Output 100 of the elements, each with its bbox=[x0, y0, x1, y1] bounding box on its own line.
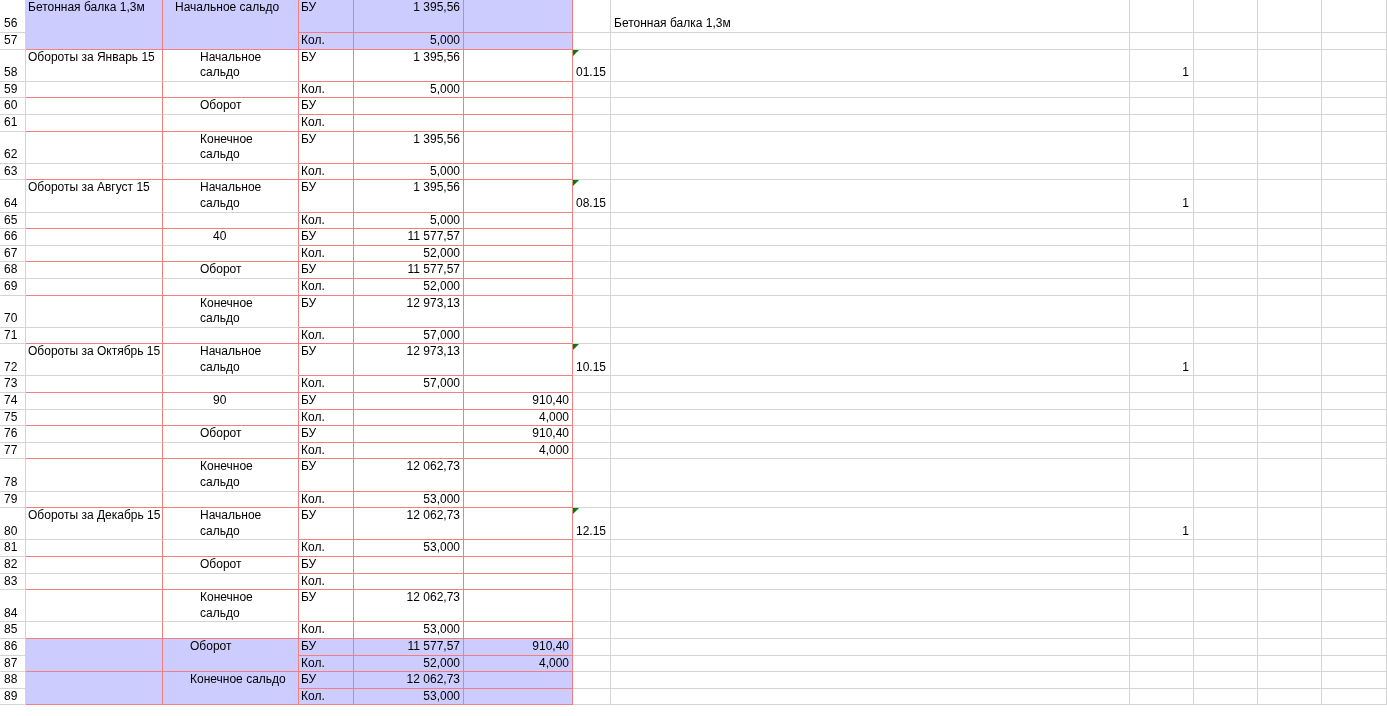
row-number: 83 bbox=[0, 573, 26, 591]
table-cell: Кол. bbox=[299, 163, 354, 181]
table-cell: БУ bbox=[299, 590, 354, 623]
table-cell: БУ bbox=[299, 459, 354, 492]
table-cell: БУ bbox=[299, 49, 354, 82]
table-cell: 52,000 bbox=[354, 245, 464, 263]
table-cell: БУ bbox=[299, 0, 354, 33]
table-cell: БУ bbox=[299, 180, 354, 213]
row-number: 75 bbox=[0, 409, 26, 427]
table-cell: 53,000 bbox=[354, 540, 464, 557]
table-cell: 1 395,56 bbox=[354, 180, 464, 213]
row-number: 74 bbox=[0, 393, 26, 410]
table-cell-text: 40 bbox=[213, 229, 228, 245]
table-cell: 53,000 bbox=[354, 491, 464, 509]
row-number: 82 bbox=[0, 557, 26, 574]
row-number: 76 bbox=[0, 426, 26, 443]
table-cell: 12 062,73 bbox=[354, 590, 464, 623]
table-cell: Обороты за Январь 15 bbox=[26, 49, 163, 82]
table-cell: 1 bbox=[1182, 523, 1189, 538]
table-cell: БУ bbox=[299, 557, 354, 574]
row-number: 69 bbox=[0, 278, 26, 296]
table-cell: 5,000 bbox=[354, 212, 464, 230]
table-cell-text: Оборот bbox=[200, 98, 243, 114]
row-number: 73 bbox=[0, 376, 26, 394]
table-cell-text: Начальное сальдо bbox=[200, 180, 263, 212]
table-cell: БУ bbox=[299, 295, 354, 328]
row-number: 71 bbox=[0, 327, 26, 345]
table-cell: Кол. bbox=[299, 409, 354, 427]
table-cell: 12 062,73 bbox=[354, 459, 464, 492]
table-cell: Конечное сальдо bbox=[163, 672, 299, 706]
table-cell: 910,40 bbox=[464, 393, 573, 410]
table-cell: Кол. bbox=[299, 442, 354, 460]
table-cell-text: Конечное сальдо bbox=[200, 131, 254, 163]
table-cell: Кол. bbox=[299, 327, 354, 345]
row-number: 60 bbox=[0, 98, 26, 115]
row-number: 62 bbox=[0, 131, 26, 164]
table-cell: 1 bbox=[1182, 65, 1189, 80]
table-cell: 1 bbox=[1182, 195, 1189, 210]
table-cell: Кол. bbox=[299, 81, 354, 99]
table-cell: 53,000 bbox=[354, 622, 464, 639]
row-number: 64 bbox=[0, 180, 26, 213]
table-cell: Кол. bbox=[299, 540, 354, 557]
table-cell-text: Оборот bbox=[200, 557, 243, 573]
table-cell-text: Оборот bbox=[200, 426, 243, 442]
table-cell-text: Оборот bbox=[200, 262, 243, 278]
table-cell: 08.15 bbox=[576, 195, 607, 210]
table-cell: Обороты за Декабрь 15 bbox=[26, 508, 163, 541]
table-cell: Оборот bbox=[163, 638, 299, 673]
table-cell: Кол. bbox=[299, 33, 354, 50]
table-cell: БУ bbox=[299, 262, 354, 279]
table-cell-text: Конечное сальдо bbox=[200, 590, 254, 622]
table-cell: Обороты за Октябрь 15 bbox=[26, 344, 163, 377]
row-number: 68 bbox=[0, 262, 26, 279]
table-cell: БУ bbox=[299, 508, 354, 541]
table-cell: 12.15 bbox=[576, 523, 607, 538]
table-cell: 5,000 bbox=[354, 163, 464, 181]
table-cell: 10.15 bbox=[576, 359, 607, 374]
table-cell: БУ bbox=[299, 393, 354, 410]
table-cell: 01.15 bbox=[576, 65, 607, 80]
table-cell: БУ bbox=[299, 672, 354, 689]
table-cell: Бетонная балка 1,3м bbox=[26, 0, 163, 50]
table-cell: Начальное сальдо bbox=[163, 0, 299, 50]
table-cell: Бетонная балка 1,3м bbox=[614, 16, 731, 31]
row-number: 58 bbox=[0, 49, 26, 82]
table-cell: Кол. bbox=[299, 491, 354, 509]
row-number: 67 bbox=[0, 245, 26, 263]
row-number: 89 bbox=[0, 688, 26, 706]
table-cell: 12 973,13 bbox=[354, 344, 464, 377]
table-cell: Кол. bbox=[299, 212, 354, 230]
table-cell-text: Конечное сальдо bbox=[200, 459, 254, 491]
table-cell: БУ bbox=[299, 426, 354, 443]
row-number: 79 bbox=[0, 491, 26, 509]
table-cell: БУ bbox=[299, 131, 354, 164]
table-cell: 5,000 bbox=[354, 81, 464, 99]
table-cell: 5,000 bbox=[354, 33, 464, 50]
table-cell: 4,000 bbox=[464, 442, 573, 460]
table-cell: 12 973,13 bbox=[354, 295, 464, 328]
row-number: 87 bbox=[0, 655, 26, 673]
table-cell: 1 395,56 bbox=[354, 49, 464, 82]
row-number: 81 bbox=[0, 540, 26, 557]
table-cell: 1 bbox=[1182, 359, 1189, 374]
row-number: 85 bbox=[0, 622, 26, 639]
table-cell: 52,000 bbox=[354, 278, 464, 296]
row-number: 57 bbox=[0, 33, 26, 50]
row-number: 66 bbox=[0, 229, 26, 246]
table-cell-text: Начальное сальдо bbox=[200, 508, 263, 540]
table-cell-text: Начальное сальдо bbox=[200, 344, 263, 376]
table-cell: БУ bbox=[299, 229, 354, 246]
table-cell: Кол. bbox=[299, 376, 354, 394]
row-number: 78 bbox=[0, 459, 26, 492]
row-number: 80 bbox=[0, 508, 26, 541]
table-cell: Кол. bbox=[299, 278, 354, 296]
row-number: 65 bbox=[0, 212, 26, 230]
row-number: 84 bbox=[0, 590, 26, 623]
table-cell-text: 90 bbox=[213, 393, 228, 409]
table-cell: 11 577,57 bbox=[354, 262, 464, 279]
table-cell: 11 577,57 bbox=[354, 229, 464, 246]
table-cell: 57,000 bbox=[354, 376, 464, 394]
table-cell: 12 062,73 bbox=[354, 508, 464, 541]
table-cell: Кол. bbox=[299, 114, 354, 132]
